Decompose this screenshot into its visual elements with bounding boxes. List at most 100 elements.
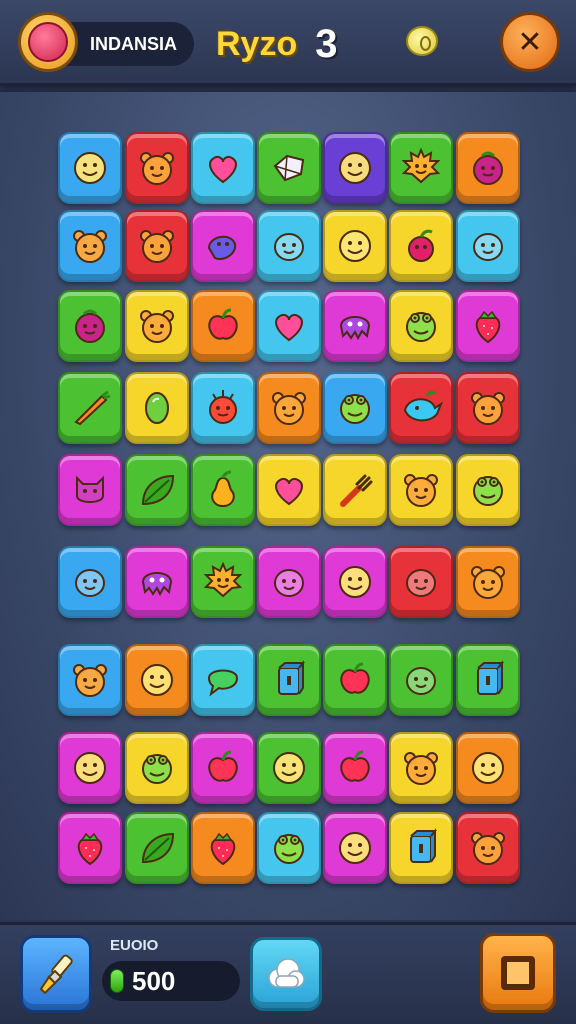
face-icon — [141, 664, 173, 696]
board-tile[interactable] — [389, 290, 453, 362]
heart-icon — [209, 155, 237, 184]
board-tile[interactable] — [323, 644, 387, 716]
board-tile[interactable] — [323, 546, 387, 618]
score-value: 500 — [132, 965, 176, 996]
bird-icon — [403, 390, 443, 422]
board-tile[interactable] — [191, 372, 255, 444]
board-tile[interactable] — [456, 210, 520, 282]
board-tile[interactable] — [456, 132, 520, 204]
candy-avatar-icon — [28, 22, 68, 62]
board-tile[interactable] — [191, 132, 255, 204]
board-tile[interactable] — [456, 290, 520, 362]
egg-icon — [145, 392, 169, 424]
blob-icon — [274, 569, 304, 597]
board-tile[interactable] — [58, 290, 122, 362]
board-tile[interactable] — [58, 546, 122, 618]
paintbrush-icon — [39, 954, 73, 995]
board-tile[interactable] — [125, 132, 189, 204]
strawberry-icon — [77, 832, 103, 866]
board-tile[interactable] — [257, 132, 321, 204]
board-tile[interactable] — [58, 812, 122, 884]
cherry-icon — [408, 229, 434, 262]
close-button[interactable]: ✕ — [500, 12, 560, 72]
board-tile[interactable] — [323, 454, 387, 526]
board-tile[interactable] — [125, 372, 189, 444]
level-title: Ryzo 3 — [216, 18, 337, 70]
board-tile[interactable] — [323, 210, 387, 282]
board-tile[interactable] — [257, 210, 321, 282]
board-tile[interactable] — [257, 812, 321, 884]
blob-icon — [75, 569, 105, 597]
board-tile[interactable] — [58, 732, 122, 804]
bear-icon — [404, 752, 438, 785]
board-tile[interactable] — [58, 210, 122, 282]
face-icon — [339, 230, 371, 262]
board-tile[interactable] — [125, 644, 189, 716]
board-tile[interactable] — [323, 290, 387, 362]
player-name-pill: INDANSIA — [60, 22, 194, 66]
board-tile[interactable] — [58, 454, 122, 526]
apple-icon — [208, 308, 238, 340]
face-icon — [74, 752, 106, 784]
board-tile[interactable] — [125, 732, 189, 804]
board-tile[interactable] — [257, 290, 321, 362]
bear-icon — [140, 230, 174, 263]
board-tile[interactable] — [125, 812, 189, 884]
board-tile[interactable] — [389, 132, 453, 204]
board-tile[interactable] — [125, 546, 189, 618]
player-avatar[interactable] — [18, 12, 78, 72]
board-tile[interactable] — [191, 644, 255, 716]
board-tile[interactable] — [191, 546, 255, 618]
menu-button[interactable] — [480, 933, 556, 1013]
board-tile[interactable] — [323, 812, 387, 884]
board-tile[interactable] — [257, 454, 321, 526]
apple-icon — [208, 750, 238, 782]
level-number: 3 — [315, 21, 338, 66]
bear-icon — [140, 310, 174, 343]
board-tile[interactable] — [191, 454, 255, 526]
bear-icon — [73, 230, 107, 263]
face-icon — [74, 152, 106, 184]
cat-icon — [76, 475, 104, 503]
board-tile[interactable] — [257, 644, 321, 716]
paintbrush-button[interactable] — [20, 935, 92, 1013]
board-tile[interactable] — [257, 372, 321, 444]
octopus-icon — [339, 316, 371, 341]
blob-icon — [274, 233, 304, 261]
board-tile[interactable] — [125, 290, 189, 362]
board-tile[interactable] — [257, 732, 321, 804]
board-tile[interactable] — [456, 372, 520, 444]
cloud-button[interactable] — [250, 937, 322, 1011]
board-tile[interactable] — [389, 644, 453, 716]
board-tile[interactable] — [389, 372, 453, 444]
strawberry-icon — [210, 832, 236, 866]
spiky-icon — [209, 390, 237, 424]
board-tile[interactable] — [58, 132, 122, 204]
gem-icon — [273, 154, 305, 182]
board-tile[interactable] — [456, 546, 520, 618]
board-tile[interactable] — [389, 546, 453, 618]
board-tile[interactable] — [323, 372, 387, 444]
board-tile[interactable] — [191, 732, 255, 804]
board-tile[interactable] — [389, 812, 453, 884]
board-tile[interactable] — [389, 732, 453, 804]
board-tile[interactable] — [389, 210, 453, 282]
board-tile[interactable] — [58, 372, 122, 444]
board-tile[interactable] — [456, 812, 520, 884]
leaf-icon — [141, 832, 175, 864]
board-tile[interactable] — [323, 732, 387, 804]
board-tile[interactable] — [191, 812, 255, 884]
board-tile[interactable] — [257, 546, 321, 618]
board-tile[interactable] — [125, 210, 189, 282]
board-tile[interactable] — [323, 132, 387, 204]
board-tile[interactable] — [456, 732, 520, 804]
bottom-bar: EUOIO 500 — [0, 922, 576, 1024]
board-tile[interactable] — [389, 454, 453, 526]
blob-icon — [406, 667, 436, 695]
board-tile[interactable] — [58, 644, 122, 716]
board-tile[interactable] — [456, 644, 520, 716]
board-tile[interactable] — [456, 454, 520, 526]
board-tile[interactable] — [125, 454, 189, 526]
board-tile[interactable] — [191, 290, 255, 362]
board-tile[interactable] — [191, 210, 255, 282]
